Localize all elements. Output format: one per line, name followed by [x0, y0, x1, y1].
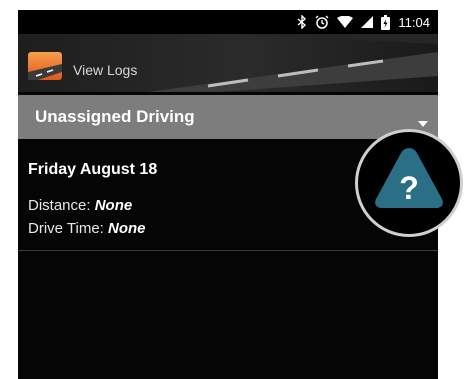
dropdown-selected-value: Unassigned Driving	[35, 107, 195, 126]
wifi-icon	[337, 14, 354, 30]
distance-label: Distance:	[28, 197, 91, 214]
signal-icon	[361, 14, 374, 30]
drive-time-label: Drive Time:	[28, 220, 104, 237]
drive-time-value: None	[108, 220, 146, 237]
battery-icon	[381, 14, 391, 30]
distance-row: Distance: None	[28, 197, 132, 214]
status-time: 11:04	[398, 14, 430, 30]
help-question-mark: ?	[399, 170, 419, 206]
warning-help-icon[interactable]: ?	[355, 129, 463, 237]
drive-time-row: Drive Time: None	[28, 220, 146, 237]
alarm-icon	[315, 14, 329, 30]
status-bar: 11:04	[18, 10, 438, 34]
app-title: View Logs	[73, 62, 138, 78]
bluetooth-icon	[297, 14, 307, 30]
list-divider	[18, 250, 438, 251]
app-bar: View Logs	[18, 34, 438, 92]
road-logo-icon[interactable]	[28, 52, 62, 80]
distance-value: None	[94, 197, 133, 214]
log-date: Friday August 18	[28, 161, 158, 178]
